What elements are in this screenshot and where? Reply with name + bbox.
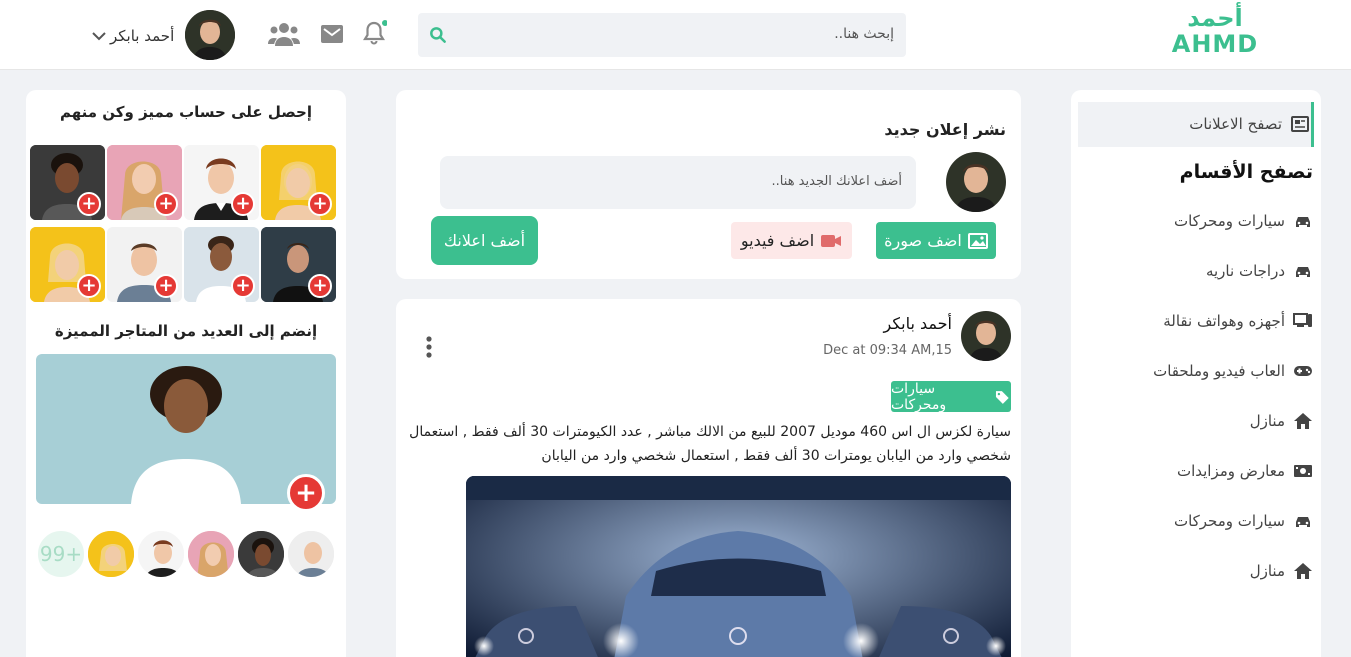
premium-user-thumb[interactable]: + <box>30 145 105 220</box>
composer-avatar <box>946 152 1006 212</box>
sidebar: تصفح الاعلانات تصفح الأقسام سيارات ومحرك… <box>1071 90 1321 657</box>
users-icon[interactable] <box>268 20 300 48</box>
categories-title: تصفح الأقسام <box>1179 161 1313 183</box>
tags-icon <box>996 390 1010 404</box>
post-composer: نشر إعلان جديد أضف اعلانك الجديد هنا.. ا… <box>396 90 1021 279</box>
post-author[interactable]: أحمد بابكر <box>883 314 952 333</box>
promo-title: إحصل على حساب مميز وكن منهم <box>60 103 312 121</box>
sidebar-item-label: منازل <box>1249 412 1285 430</box>
search-bar[interactable]: إبحث هنا.. <box>418 13 906 57</box>
add-icon[interactable]: + <box>154 274 178 298</box>
composer-placeholder: أضف اعلانك الجديد هنا.. <box>771 174 902 189</box>
sidebar-item-label: تصفح الاعلانات <box>1189 115 1282 133</box>
home-icon <box>1294 563 1312 579</box>
add-icon[interactable]: + <box>77 192 101 216</box>
sidebar-item-label: منازل <box>1249 562 1285 580</box>
post-text: سيارة لكزس ال اس 460 موديل 2007 للبيع من… <box>409 424 1011 464</box>
premium-user-thumb[interactable]: + <box>107 145 182 220</box>
post-avatar[interactable] <box>961 311 1011 361</box>
car-icon <box>1296 267 1310 277</box>
search-icon[interactable] <box>428 25 448 45</box>
sidebar-item-games[interactable]: العاب فيديو وملحقات <box>1153 361 1313 381</box>
bell-icon[interactable] <box>361 20 387 46</box>
sidebar-item-homes[interactable]: منازل <box>1250 411 1313 431</box>
header-username[interactable]: أحمد بابكر <box>110 27 174 45</box>
car-icon <box>1296 217 1310 227</box>
sidebar-item-cars-2[interactable]: سيارات ومحركات <box>1174 511 1313 531</box>
premium-user-thumb[interactable]: + <box>184 227 259 302</box>
more-options-icon[interactable] <box>425 335 433 359</box>
gamepad-icon <box>1294 366 1312 376</box>
sidebar-item-browse-label[interactable]: تصفح الاعلانات <box>1189 114 1310 134</box>
composer-title: نشر إعلان جديد <box>884 120 1006 139</box>
mail-icon[interactable] <box>319 21 345 47</box>
sidebar-item-label: سيارات ومحركات <box>1173 212 1285 230</box>
sidebar-item-label: العاب فيديو وملحقات <box>1153 362 1285 380</box>
premium-user-thumb[interactable]: + <box>184 145 259 220</box>
tag-label: سيارات ومحركات <box>891 380 947 413</box>
chevron-down-icon[interactable] <box>92 30 106 42</box>
logo[interactable]: أحمد AHMD <box>1160 6 1270 56</box>
sidebar-item-auctions[interactable]: معارض ومزايدات <box>1177 461 1313 481</box>
sidebar-item-label: أجهزه وهواتف نقالة <box>1163 312 1285 330</box>
more-stores-count[interactable]: 99+ <box>36 529 86 579</box>
add-icon[interactable]: + <box>231 192 255 216</box>
add-icon[interactable]: + <box>77 274 101 298</box>
add-icon[interactable]: + <box>308 274 332 298</box>
store-avatar[interactable] <box>286 529 336 579</box>
add-photo-button[interactable]: اضف صورة <box>876 222 996 259</box>
header-avatar[interactable] <box>185 10 235 60</box>
home-icon <box>1294 413 1312 429</box>
premium-user-thumb[interactable]: + <box>107 227 182 302</box>
add-store-button[interactable]: + <box>287 474 325 512</box>
sidebar-item-motorcycles[interactable]: دراجات ناريه <box>1206 261 1313 281</box>
post-time: Dec at 09:34 AM,15 <box>823 343 952 358</box>
premium-user-thumb[interactable]: + <box>261 145 336 220</box>
add-icon[interactable]: + <box>231 274 255 298</box>
money-icon <box>1294 465 1312 477</box>
image-icon <box>967 232 988 249</box>
submit-ad-button[interactable]: أضف اعلانك <box>431 216 538 265</box>
logo-arabic: أحمد <box>1187 4 1243 32</box>
join-title: إنضم إلى العديد من المتاجر المميزة <box>54 322 318 340</box>
search-input[interactable]: إبحث هنا.. <box>834 26 894 42</box>
store-avatar[interactable] <box>186 529 236 579</box>
sidebar-item-label: سيارات ومحركات <box>1173 512 1285 530</box>
sidebar-item-label: معارض ومزايدات <box>1176 462 1285 480</box>
premium-user-thumb[interactable]: + <box>30 227 105 302</box>
logo-english: AHMD <box>1171 30 1259 58</box>
newspaper-icon <box>1291 116 1309 132</box>
video-camera-icon <box>821 234 842 247</box>
sidebar-item-homes-2[interactable]: منازل <box>1250 561 1313 581</box>
feed-post: أحمد بابكر Dec at 09:34 AM,15 سيارات ومح… <box>396 299 1021 657</box>
composer-input[interactable]: أضف اعلانك الجديد هنا.. <box>440 156 916 209</box>
sidebar-item-cars[interactable]: سيارات ومحركات <box>1174 211 1313 231</box>
post-category-tag[interactable]: سيارات ومحركات <box>891 380 1011 413</box>
premium-user-thumb[interactable]: + <box>261 227 336 302</box>
add-video-label: اضف فيديو <box>740 231 815 250</box>
store-avatar[interactable] <box>86 529 136 579</box>
add-photo-label: اضف صورة <box>884 231 962 250</box>
sidebar-item-devices[interactable]: أجهزه وهواتف نقالة <box>1163 311 1313 331</box>
devices-icon <box>1293 313 1312 327</box>
car-icon <box>1296 517 1310 527</box>
add-icon[interactable]: + <box>154 192 178 216</box>
store-avatar[interactable] <box>236 529 286 579</box>
add-video-button[interactable]: اضف فيديو <box>731 222 852 259</box>
post-image[interactable] <box>466 476 1011 657</box>
add-icon[interactable]: + <box>308 192 332 216</box>
store-avatar[interactable] <box>136 529 186 579</box>
sidebar-item-label: دراجات ناريه <box>1205 262 1285 280</box>
